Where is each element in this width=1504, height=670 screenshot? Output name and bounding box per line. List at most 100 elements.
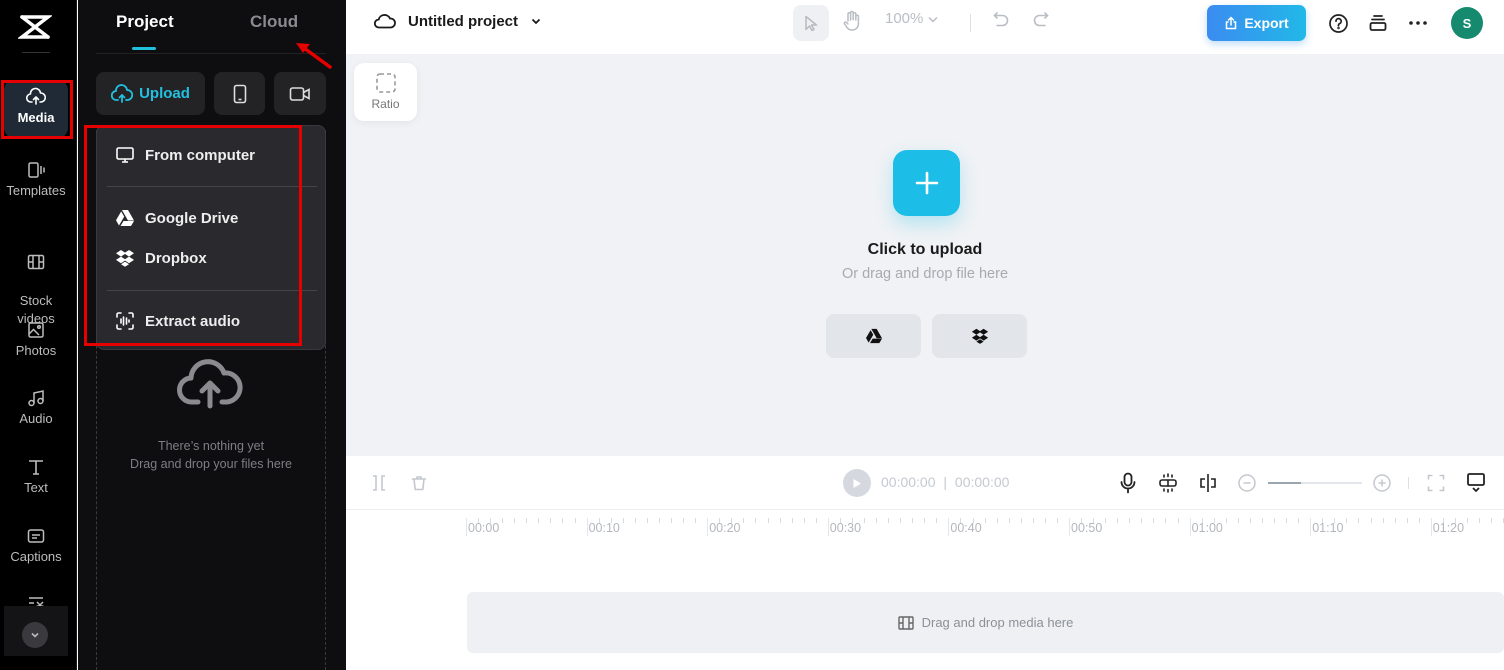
add-media-button[interactable]: [893, 150, 960, 216]
ruler-label: 01:10: [1312, 521, 1344, 535]
ruler-minor-tick: [598, 518, 600, 523]
ruler-minor-tick: [622, 518, 624, 523]
ruler-minor-tick: [779, 518, 781, 523]
play-icon: [853, 478, 861, 488]
ruler-minor-tick: [574, 518, 576, 523]
rail-item-stock-videos[interactable]: Stock videos: [4, 234, 68, 328]
ruler-major-tick: [1430, 518, 1432, 536]
delete-button[interactable]: [408, 472, 430, 494]
rail-item-label: Templates: [6, 183, 66, 198]
capcut-logo-icon[interactable]: [18, 12, 52, 42]
ruler-minor-tick: [1466, 518, 1468, 523]
timeline-toolbar: 00:00:00 | 00:00:00: [346, 456, 1504, 510]
ruler-minor-tick: [767, 518, 769, 523]
redo-button[interactable]: [1032, 10, 1050, 30]
rail-expand-button[interactable]: [22, 622, 48, 648]
user-avatar[interactable]: S: [1451, 7, 1483, 39]
ruler-minor-tick: [1274, 518, 1276, 523]
ruler-major-tick: [707, 518, 709, 536]
cloud-upload-icon: [177, 359, 243, 409]
ruler-minor-tick: [755, 518, 757, 523]
zoom-in-button[interactable]: [1371, 472, 1393, 494]
camera-icon: [289, 86, 310, 101]
ruler-label: 00:20: [709, 521, 741, 535]
tab-cloud[interactable]: Cloud: [250, 12, 298, 32]
ruler-minor-tick: [1093, 518, 1095, 523]
ruler-minor-tick: [1056, 518, 1058, 523]
more-options-button[interactable]: [1407, 12, 1429, 34]
rail-item-captions[interactable]: Captions: [4, 526, 68, 566]
project-title-dropdown[interactable]: Untitled project: [374, 12, 542, 30]
ruler-minor-tick: [743, 518, 745, 523]
ruler-major-tick: [1189, 518, 1191, 536]
ruler-minor-tick: [658, 518, 660, 523]
split-button[interactable]: [368, 472, 390, 494]
hand-icon: [843, 10, 860, 31]
ruler-minor-tick: [803, 518, 805, 523]
main-track-dropzone[interactable]: Drag and drop media here: [467, 592, 1504, 653]
ruler-label: 00:00: [468, 521, 500, 535]
ruler-minor-tick: [1032, 518, 1034, 523]
layers-button[interactable]: [1367, 12, 1389, 34]
export-button[interactable]: Export: [1207, 5, 1306, 41]
auto-snap-button[interactable]: [1157, 472, 1179, 494]
split-scene-button[interactable]: [1197, 472, 1219, 494]
select-tool-button[interactable]: [793, 5, 829, 41]
ratio-button[interactable]: Ratio: [354, 63, 417, 121]
google-drive-button[interactable]: [826, 314, 921, 358]
timeline-zoom-slider[interactable]: [1268, 482, 1362, 484]
rail-item-photos[interactable]: Photos: [4, 320, 68, 360]
upload-label: Upload: [139, 85, 190, 102]
annotation-highlight-media: [1, 80, 73, 139]
captions-icon: [27, 529, 45, 543]
dropbox-button[interactable]: [932, 314, 1027, 358]
empty-state-subtitle: Drag and drop your files here: [130, 457, 292, 471]
record-voiceover-button[interactable]: [1117, 472, 1139, 494]
slider-fill: [1268, 482, 1301, 484]
more-horizontal-icon: [1409, 21, 1427, 25]
ruler-label: 00:30: [829, 521, 862, 535]
ruler-minor-tick: [538, 518, 540, 523]
rail-item-text[interactable]: Text: [4, 457, 68, 497]
ruler-minor-tick: [1225, 518, 1227, 523]
cloud-icon: [374, 14, 396, 29]
play-button[interactable]: [843, 469, 871, 497]
undo-button[interactable]: [992, 10, 1010, 30]
cloud-upload-icon: [111, 83, 134, 103]
ruler-minor-tick: [1298, 518, 1300, 523]
ruler-minor-tick: [996, 518, 998, 523]
upload-button[interactable]: Upload: [96, 72, 205, 115]
empty-state-title: There’s nothing yet: [157, 439, 265, 453]
help-button[interactable]: [1327, 12, 1349, 34]
ruler-minor-tick: [514, 518, 516, 523]
ruler-minor-tick: [1141, 518, 1143, 523]
zoom-out-button[interactable]: [1236, 472, 1258, 494]
ruler-minor-tick: [1153, 518, 1155, 523]
total-time: 00:00:00: [954, 474, 1010, 490]
image-icon: [28, 322, 44, 338]
toolbar-divider: [1408, 477, 1409, 489]
hand-tool-button[interactable]: [842, 10, 862, 32]
ruler-minor-tick: [791, 518, 793, 523]
record-button[interactable]: [274, 72, 326, 115]
upload-title[interactable]: Click to upload: [346, 241, 1504, 259]
tab-project[interactable]: Project: [116, 12, 174, 32]
phone-upload-button[interactable]: [214, 72, 265, 115]
zoom-level-dropdown[interactable]: 100%: [885, 10, 939, 27]
fit-timeline-button[interactable]: [1425, 472, 1447, 494]
ruler-minor-tick: [1406, 518, 1408, 523]
link-clips-icon: [1159, 473, 1177, 493]
ruler-minor-tick: [1129, 518, 1131, 523]
chevron-down-icon: [928, 16, 938, 23]
timeline-ruler[interactable]: 00:00 00:10 00:20 00:30 00:40 00:50 01:00 01:10…: [466, 516, 1504, 540]
timeline-display-button[interactable]: [1465, 472, 1487, 494]
templates-icon: [28, 162, 45, 178]
ruler-minor-tick: [924, 518, 926, 523]
ruler-label: 00:50: [1071, 521, 1103, 535]
ruler-minor-tick: [1394, 518, 1396, 523]
ruler-minor-tick: [1334, 518, 1336, 523]
export-label: Export: [1244, 15, 1289, 31]
rail-item-audio[interactable]: Audio: [4, 388, 68, 428]
rail-item-templates[interactable]: Templates: [4, 160, 68, 200]
ruler-minor-tick: [610, 518, 612, 523]
